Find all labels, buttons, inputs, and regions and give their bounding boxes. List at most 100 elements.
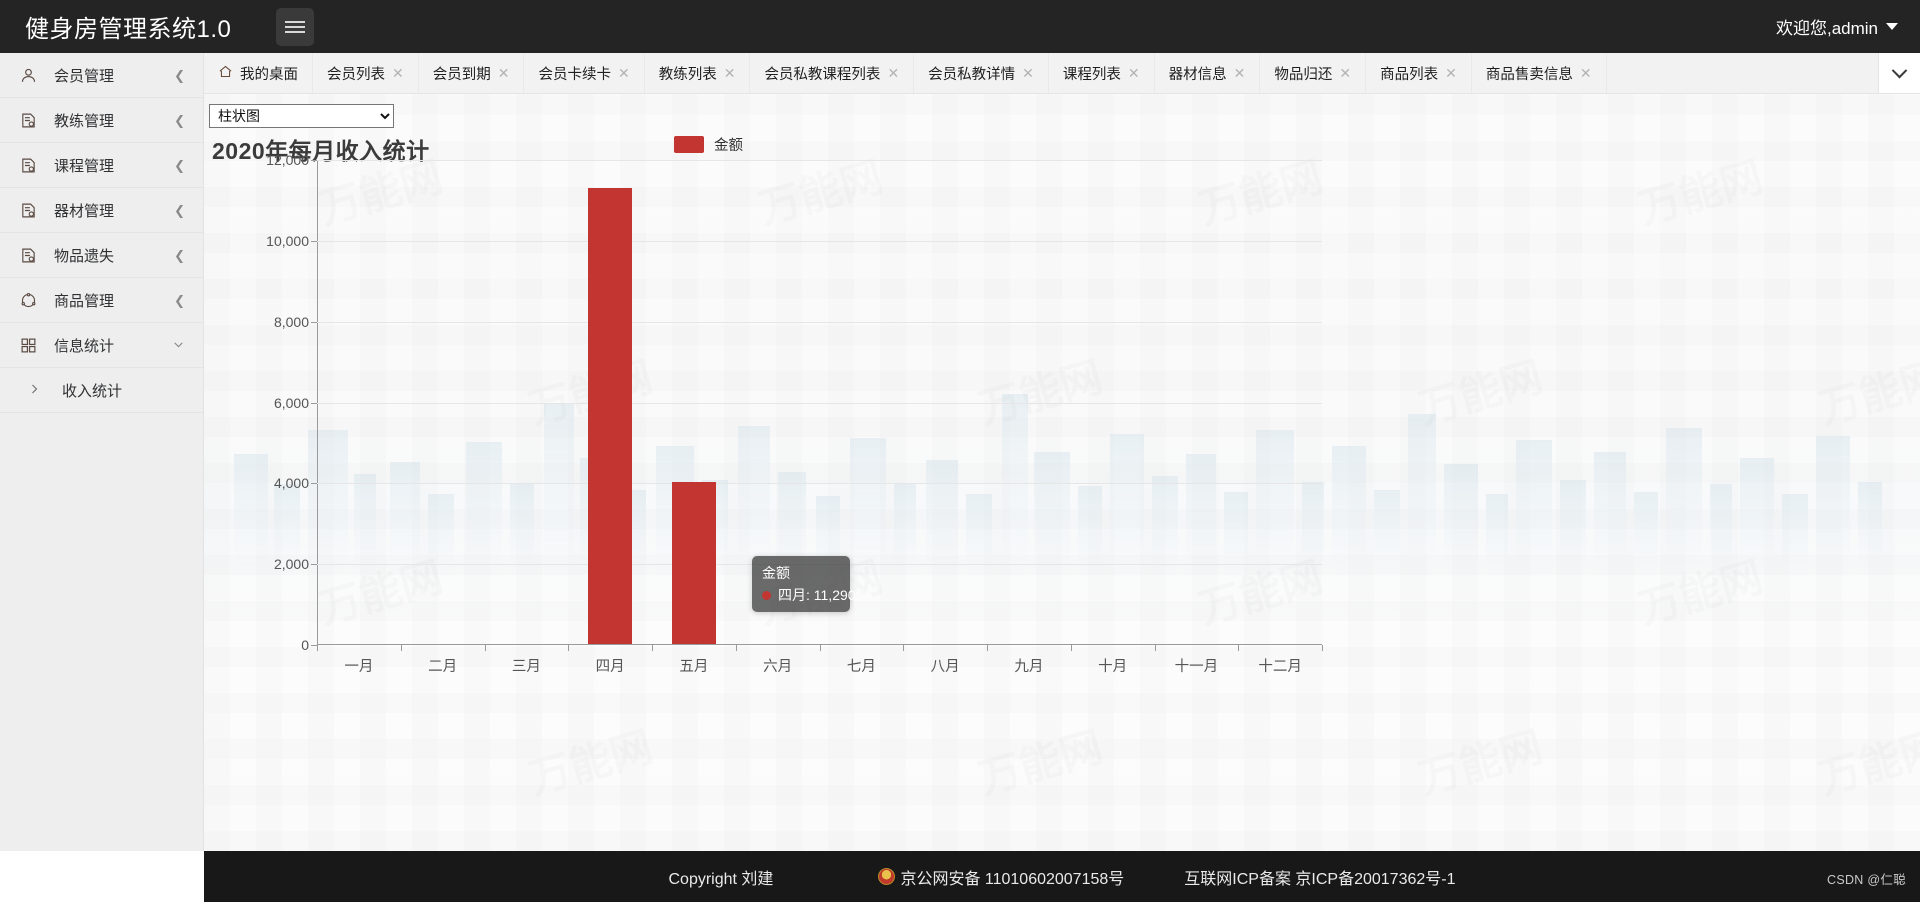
sidebar-item-income-statistics[interactable]: 收入统计 [0, 368, 203, 413]
x-axis-label: 三月 [511, 659, 541, 675]
police-badge-icon [878, 868, 896, 885]
y-tick [311, 564, 317, 566]
svg-text:万能网: 万能网 [1814, 353, 1920, 433]
x-tick [1322, 645, 1323, 651]
y-axis-label: 8,000 [273, 313, 309, 330]
tab-coach-list[interactable]: 教练列表 ✕ [645, 53, 751, 93]
chevron-left-icon: ❮ [174, 202, 185, 218]
document-icon [20, 247, 46, 264]
sidebar-item-equipment-management[interactable]: 器材管理 ❮ [0, 188, 203, 233]
x-tick [819, 645, 821, 651]
tab-member-pt-detail[interactable]: 会员私教详情 ✕ [914, 53, 1049, 93]
x-axis-label: 四月 [595, 659, 625, 675]
close-icon[interactable]: ✕ [724, 66, 736, 80]
chevron-left-icon: ❮ [174, 247, 185, 263]
svg-text:万能网: 万能网 [1414, 723, 1548, 803]
svg-text:万能网: 万能网 [1414, 353, 1548, 433]
footer-left-spacer [0, 851, 204, 902]
sidebar-item-label: 信息统计 [54, 337, 115, 355]
tab-label: 会员私教详情 [928, 66, 1016, 83]
tab-goods-sales-info[interactable]: 商品售卖信息 ✕ [1472, 53, 1607, 93]
tab-label: 商品列表 [1380, 66, 1439, 83]
close-icon[interactable]: ✕ [618, 66, 630, 80]
x-tick [903, 645, 905, 651]
top-header-bar: 健身房管理系统1.0 欢迎您,admin [0, 0, 1920, 53]
tooltip-series-row: 四月: 11,290 [762, 585, 856, 607]
tab-member-card-renew[interactable]: 会员卡续卡 ✕ [524, 53, 645, 93]
footer: Copyright 刘建 京公网安备 11010602007158号 互联网IC… [204, 851, 1920, 902]
close-icon[interactable]: ✕ [1234, 66, 1246, 80]
x-tick [400, 645, 402, 651]
close-icon[interactable]: ✕ [887, 66, 899, 80]
tab-item-return[interactable]: 物品归还 ✕ [1260, 53, 1367, 93]
y-axis-label: 6,000 [273, 394, 309, 411]
sidebar-item-label: 会员管理 [54, 67, 115, 85]
sidebar-item-member-management[interactable]: 会员管理 ❮ [0, 53, 203, 98]
chart-bar[interactable] [587, 187, 633, 644]
chevron-left-icon: ❮ [174, 112, 185, 128]
svg-text:万能网: 万能网 [524, 723, 658, 803]
close-icon[interactable]: ✕ [392, 66, 404, 80]
document-icon [20, 202, 46, 219]
sidebar-item-statistics[interactable]: 信息统计 [0, 323, 203, 368]
chevron-left-icon: ❮ [174, 157, 185, 173]
csdn-watermark: CSDN @仁聪 [1827, 873, 1906, 887]
menu-toggle-button[interactable] [276, 7, 315, 46]
tooltip-dot-icon [762, 591, 771, 601]
chart-tooltip: 金额 四月: 11,290 [752, 556, 856, 612]
x-axis-label: 一月 [344, 659, 374, 675]
main-content: 万能网 万能网 万能网 万能网 万能网 万能网 万能网 万能网 万能网 万能网 … [204, 94, 1920, 851]
tab-member-pt-course-list[interactable]: 会员私教课程列表 ✕ [750, 53, 915, 93]
svg-text:万能网: 万能网 [974, 723, 1108, 803]
welcome-label: 欢迎您,admin [1775, 19, 1878, 38]
user-menu[interactable]: 欢迎您,admin [1776, 14, 1898, 39]
icp-record-text: 互联网ICP备案 京ICP备20017362号-1 [1184, 870, 1456, 888]
tab-goods-list[interactable]: 商品列表 ✕ [1366, 53, 1472, 93]
x-axis-label: 七月 [846, 659, 876, 675]
tab-member-expiry[interactable]: 会员到期 ✕ [419, 53, 525, 93]
app-title: 健身房管理系统1.0 [25, 16, 232, 43]
close-icon[interactable]: ✕ [498, 66, 510, 80]
police-record[interactable]: 京公网安备 11010602007158号 [878, 865, 1124, 889]
close-icon[interactable]: ✕ [1580, 66, 1592, 80]
svg-text:万能网: 万能网 [1814, 723, 1920, 803]
copyright-text: Copyright 刘建 [668, 870, 774, 888]
close-icon[interactable]: ✕ [1128, 66, 1140, 80]
x-tick [1070, 645, 1072, 651]
sidebar-item-lost-items[interactable]: 物品遗失 ❮ [0, 233, 203, 278]
tab-member-list[interactable]: 会员列表 ✕ [313, 53, 419, 93]
x-tick [317, 645, 318, 651]
tooltip-value: 四月: 11,290 [778, 586, 856, 603]
sidebar-item-goods-management[interactable]: 商品管理 ❮ [0, 278, 203, 323]
sidebar-item-coach-management[interactable]: 教练管理 ❮ [0, 98, 203, 143]
tab-label: 物品归还 [1274, 66, 1333, 83]
x-axis-label: 十二月 [1258, 659, 1302, 675]
x-axis-label: 九月 [1014, 659, 1044, 675]
x-tick [568, 645, 570, 651]
y-gridline [317, 483, 1322, 485]
home-icon [218, 64, 233, 83]
close-icon[interactable]: ✕ [1022, 66, 1034, 80]
y-axis-label: 10,000 [266, 232, 309, 249]
close-icon[interactable]: ✕ [1339, 66, 1351, 80]
x-tick [735, 645, 737, 651]
tab-label: 器材信息 [1168, 66, 1227, 83]
chart-bar[interactable] [671, 482, 717, 644]
y-tick [311, 240, 317, 242]
tab-label: 课程列表 [1062, 66, 1121, 83]
y-axis-label: 0 [301, 637, 309, 653]
tab-equipment-info[interactable]: 器材信息 ✕ [1155, 53, 1261, 93]
x-tick [484, 645, 486, 651]
grid-icon [20, 337, 46, 354]
legend-swatch-icon [674, 136, 704, 153]
sidebar-item-course-management[interactable]: 课程管理 ❮ [0, 143, 203, 188]
tab-my-desktop[interactable]: 我的桌面 [204, 53, 313, 93]
tab-label: 教练列表 [658, 66, 717, 83]
tab-course-list[interactable]: 课程列表 ✕ [1049, 53, 1155, 93]
chart-type-select[interactable]: 柱状图折线图饼图 [209, 104, 394, 128]
pie-icon [20, 292, 46, 309]
tab-overflow-button[interactable] [1878, 53, 1920, 93]
close-icon[interactable]: ✕ [1445, 66, 1457, 80]
chart-legend[interactable]: 金额 [674, 134, 743, 155]
y-axis-label: 4,000 [273, 475, 309, 492]
